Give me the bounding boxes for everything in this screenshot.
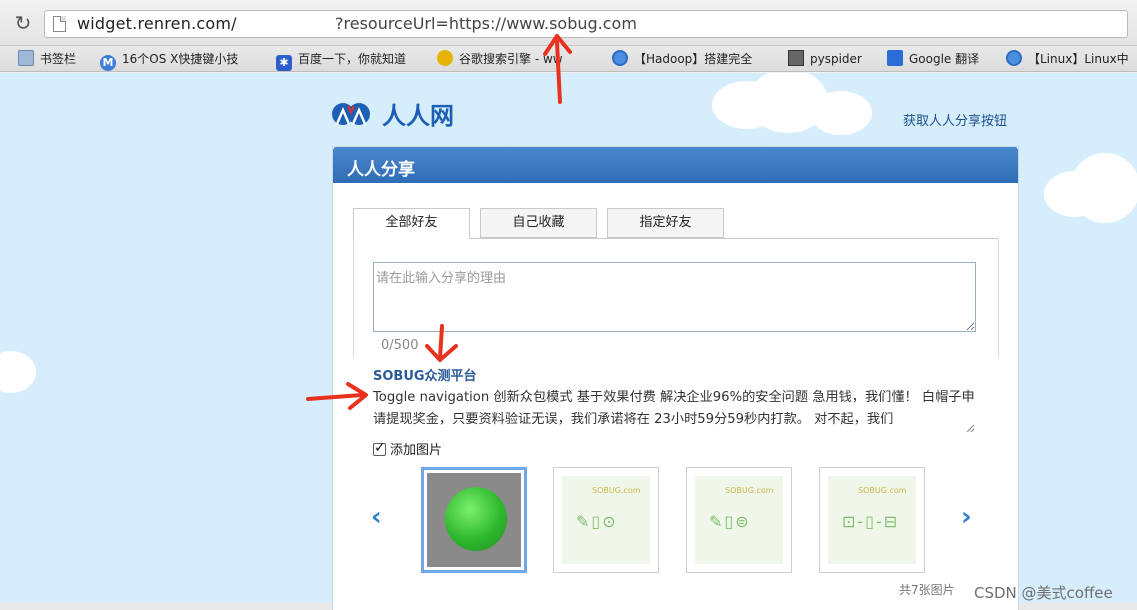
add-image-checkbox[interactable]: 添加图片 — [373, 439, 442, 458]
cloud-decoration — [0, 351, 36, 393]
thumbnail-inner: SOBUG.com ⊡-▯-⊟ — [828, 476, 916, 564]
cloud-decoration — [1070, 153, 1137, 223]
bookmark-label: Google 翻译 — [909, 52, 980, 66]
image-thumbnail[interactable]: SOBUG.com ⊡-▯-⊟ — [819, 467, 925, 573]
panel-header: 人人分享 — [333, 147, 1018, 183]
share-title[interactable]: SOBUG众测平台 — [373, 365, 477, 384]
thumbnail-inner: SOBUG.com ✎▯⊙ — [562, 476, 650, 564]
bookmark-label: 百度一下，你就知道 — [298, 52, 407, 66]
url-host: widget.renren.com/ — [77, 14, 237, 33]
bookmark-item[interactable]: 【Hadoop】搭建完全 — [612, 50, 752, 68]
tab-own-favorites[interactable]: 自己收藏 — [480, 208, 597, 238]
bookmark-item[interactable]: 【Linux】Linux中 — [1006, 50, 1129, 68]
book-icon — [788, 50, 804, 66]
prev-image-arrow-icon[interactable]: ‹ — [371, 502, 382, 532]
bookmark-item[interactable]: M 16个OS X快捷键小技 — [100, 50, 239, 71]
thumbnail-logo: SOBUG.com — [858, 486, 907, 495]
image-thumbnail[interactable]: SOBUG.com ✎▯⊜ — [686, 467, 792, 573]
bookmark-label: 16个OS X快捷键小技 — [122, 52, 239, 66]
csdn-circle-icon — [1006, 50, 1022, 66]
bookmark-item[interactable]: pyspider — [788, 50, 862, 68]
thumbnail-logo: SOBUG.com — [592, 486, 641, 495]
image-count: 共7张图片 — [899, 583, 955, 597]
bookmark-label: pyspider — [810, 52, 862, 66]
image-thumbnail[interactable]: SOBUG.com ✎▯⊙ — [553, 467, 659, 573]
green-ball-image — [445, 487, 507, 551]
folder-icon — [18, 50, 34, 66]
cloud-decoration — [810, 91, 872, 135]
image-thumbnail-selected[interactable] — [421, 467, 527, 573]
thumbnail-icons: ✎▯⊙ — [576, 512, 618, 531]
next-image-arrow-icon[interactable]: › — [961, 502, 972, 532]
url-query: ?resourceUrl=https://www.sobug.com — [335, 14, 637, 33]
share-description[interactable]: Toggle navigation 创新众包模式 基于效果付费 解决企业96%的… — [373, 387, 975, 431]
thumbnail-inner — [427, 473, 521, 567]
reload-icon[interactable]: ↻ — [12, 12, 34, 34]
m-site-icon: M — [100, 55, 116, 71]
bookmark-item[interactable]: Google 翻译 — [887, 50, 979, 68]
thumbnail-icons: ⊡-▯-⊟ — [842, 512, 900, 531]
google-doodle-icon — [437, 50, 453, 66]
tab-frame-left — [353, 238, 354, 358]
thumbnail-inner: SOBUG.com ✎▯⊜ — [695, 476, 783, 564]
bookmark-label: 【Linux】Linux中 — [1028, 52, 1129, 66]
baidu-paw-icon: ✱ — [276, 55, 292, 71]
annotation-arrow-icon — [543, 34, 572, 104]
bookmark-label: 【Hadoop】搭建完全 — [634, 52, 753, 66]
panel-title: 人人分享 — [347, 160, 415, 180]
page-icon — [53, 16, 66, 32]
thumbnail-icons: ✎▯⊜ — [709, 512, 751, 531]
add-image-label: 添加图片 — [390, 443, 443, 458]
share-panel: 人人分享 全部好友 自己收藏 指定好友 0/500 SOBUG众测平台 Togg… — [332, 146, 1019, 610]
share-reason-input[interactable] — [373, 262, 976, 332]
annotation-arrow-icon — [306, 382, 368, 410]
logo-text: 人人网 — [382, 102, 454, 130]
tab-specified-friends[interactable]: 指定好友 — [607, 208, 724, 238]
thumbnail-logo: SOBUG.com — [725, 486, 774, 495]
bookmark-label: 书签栏 — [40, 52, 77, 66]
resize-grip-icon[interactable] — [965, 423, 975, 433]
address-bar[interactable]: widget.renren.com/ ?resourceUrl=https://… — [44, 10, 1128, 38]
tab-all-friends[interactable]: 全部好友 — [353, 208, 470, 239]
csdn-circle-icon — [612, 50, 628, 66]
char-counter: 0/500 — [381, 338, 419, 353]
get-share-button-link[interactable]: 获取人人分享按钮 — [903, 110, 1007, 129]
checkbox-checked-icon[interactable] — [373, 440, 386, 456]
bookmark-item[interactable]: 书签栏 — [18, 50, 76, 68]
annotation-arrow-icon — [425, 324, 458, 362]
bookmark-item[interactable]: ✱ 百度一下，你就知道 — [276, 50, 407, 71]
renren-logo-icon — [332, 103, 370, 125]
google-translate-icon — [887, 50, 903, 66]
tab-frame-right — [998, 238, 999, 358]
csdn-watermark: CSDN @美式coffee — [974, 584, 1113, 602]
